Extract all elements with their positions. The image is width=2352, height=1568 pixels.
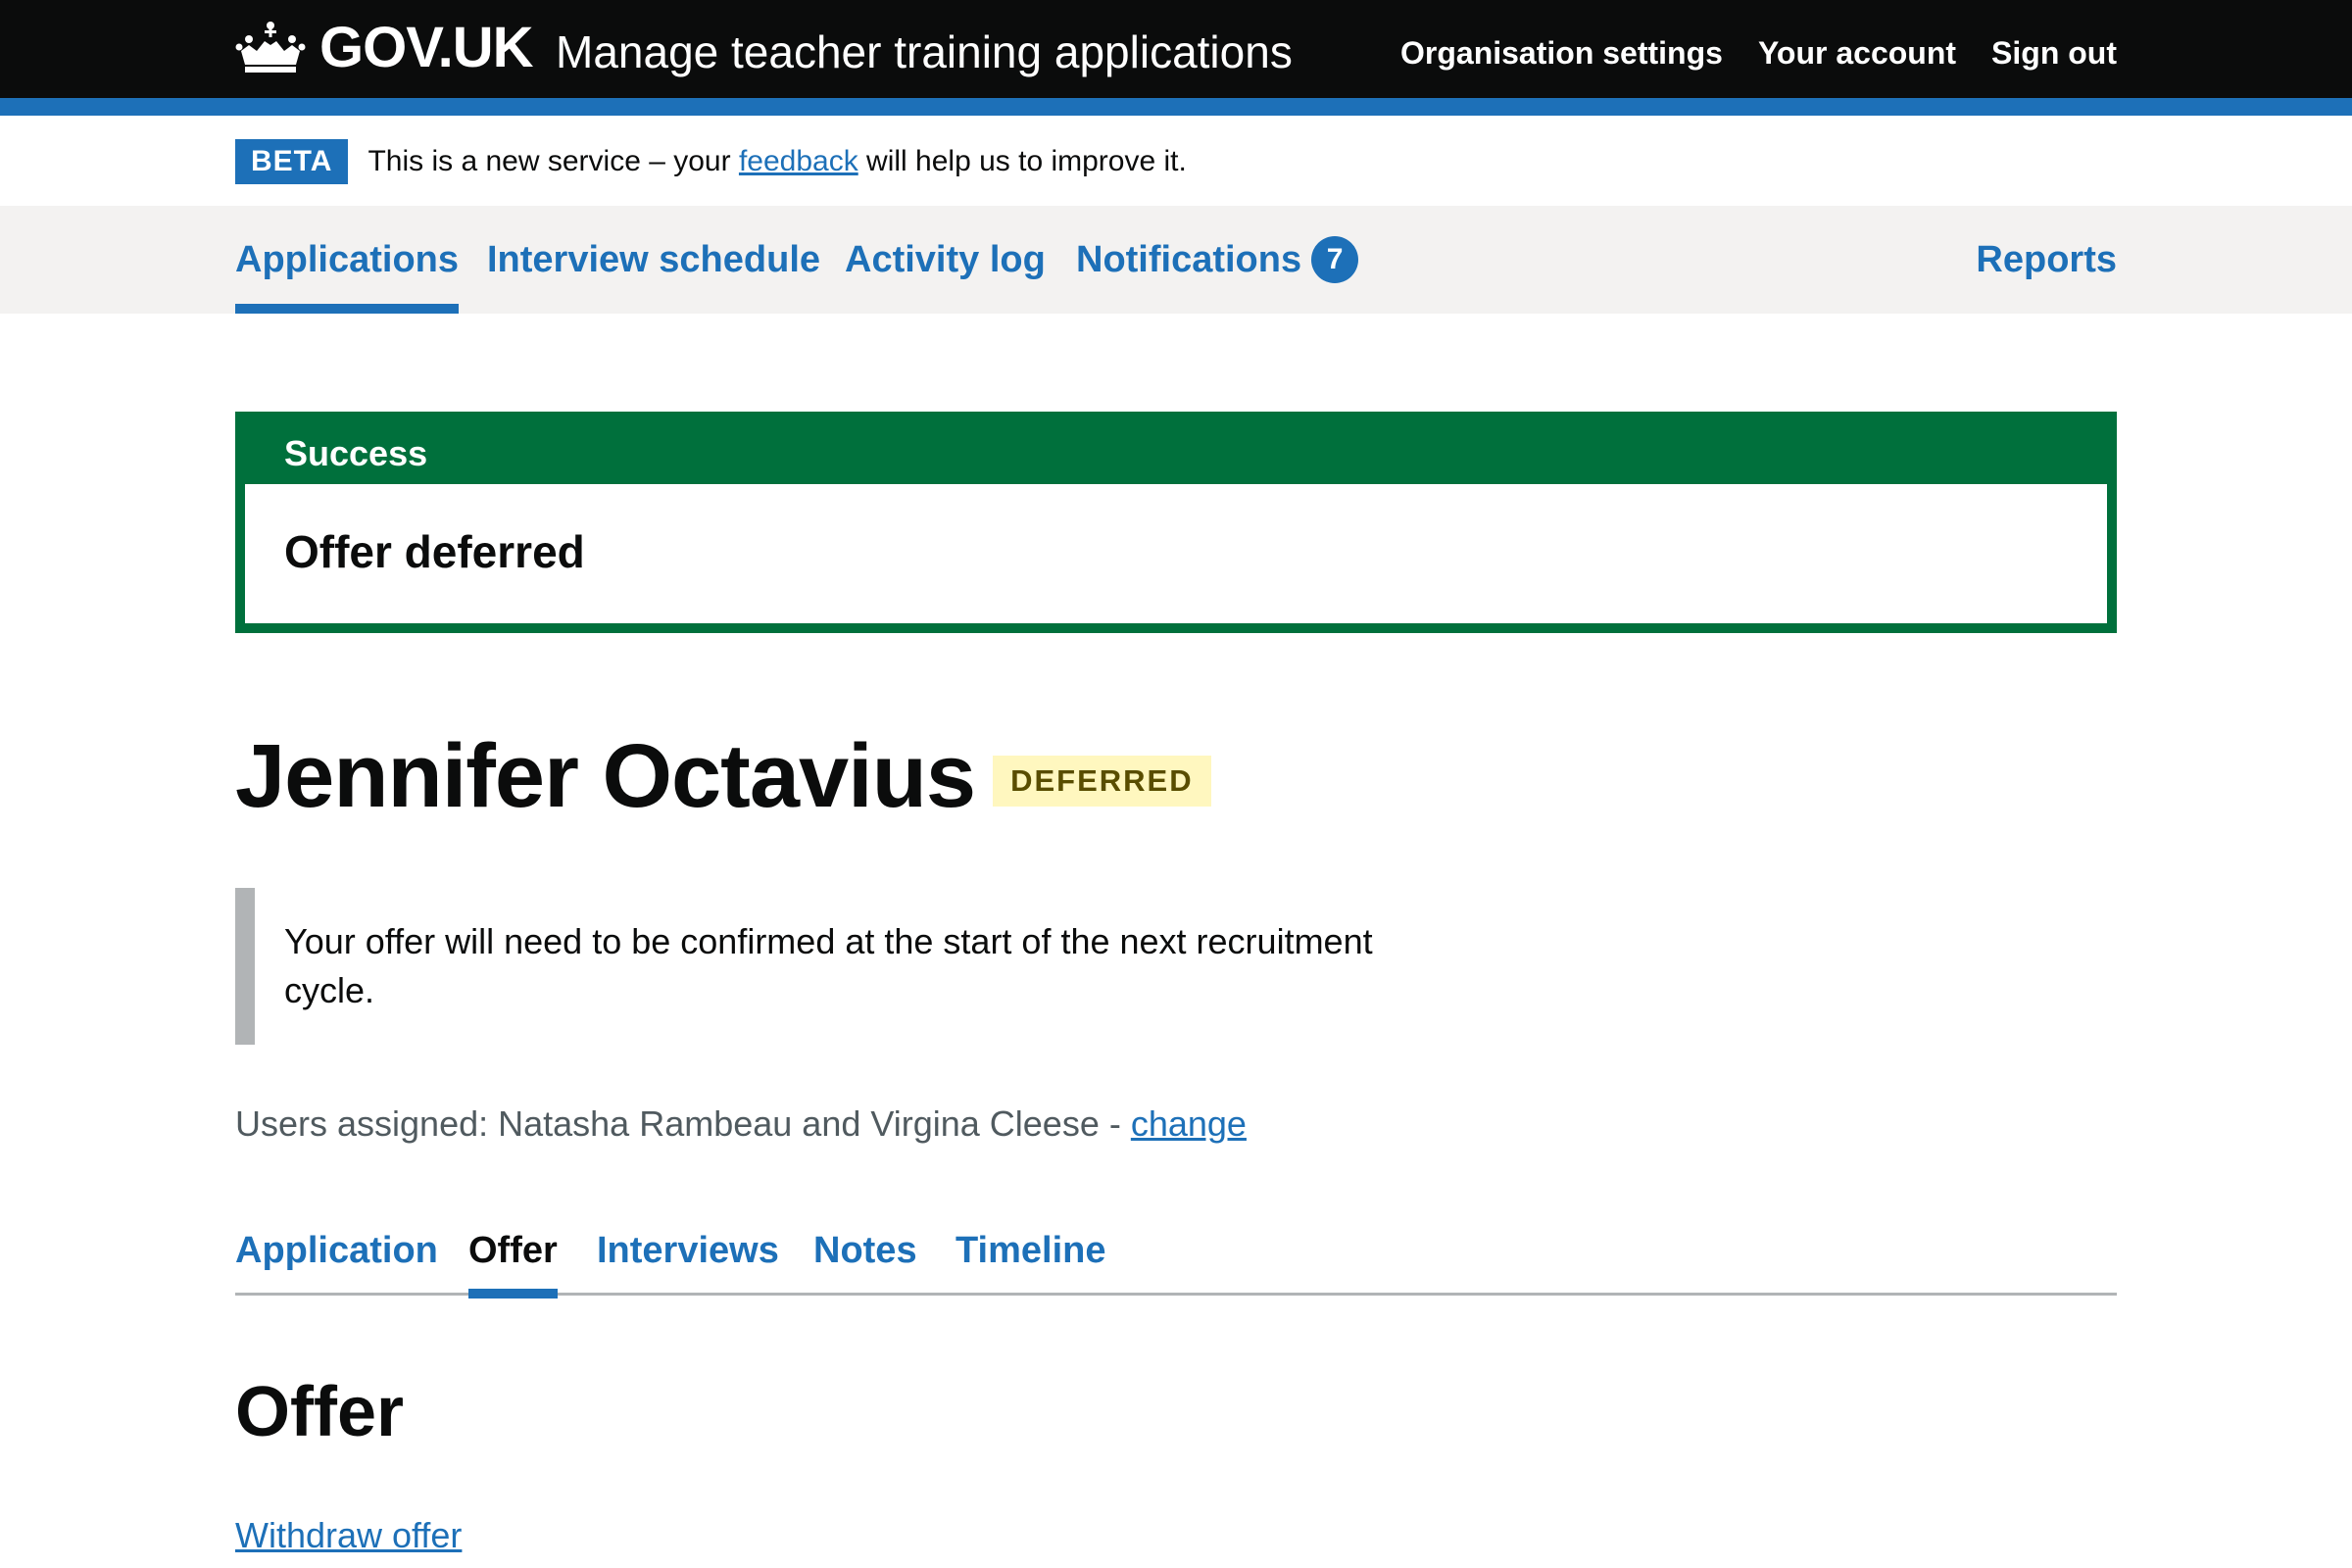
success-banner: Success Offer deferred (235, 412, 2117, 633)
govuk-logo-link[interactable]: GOV.UK (235, 15, 533, 79)
phase-text-after: will help us to improve it. (858, 145, 1187, 177)
phase-text-before: This is a new service – your (368, 145, 739, 177)
phase-banner: BETA This is a new service – your feedba… (235, 137, 1187, 186)
nav-activity-log[interactable]: Activity log (845, 206, 1046, 314)
nav-notifications[interactable]: Notifications 7 (1076, 206, 1359, 314)
inset-text: Your offer will need to be confirmed at … (235, 888, 1450, 1045)
primary-navigation: Applications Interview schedule Activity… (0, 206, 2352, 314)
tab-offer[interactable]: Offer (468, 1205, 558, 1298)
withdraw-offer-link[interactable]: Withdraw offer (235, 1515, 462, 1556)
tab-timeline[interactable]: Timeline (956, 1205, 1105, 1296)
phase-banner-text: This is a new service – your feedback wi… (368, 145, 1186, 178)
nav-applications[interactable]: Applications (235, 206, 460, 314)
offer-section-heading: Offer (235, 1373, 405, 1451)
status-badge: DEFERRED (993, 755, 1211, 807)
feedback-link[interactable]: feedback (739, 145, 858, 177)
crown-icon (235, 22, 306, 73)
header-blue-bar (0, 98, 2352, 116)
beta-tag: BETA (235, 139, 349, 184)
logo-text: GOV.UK (319, 15, 533, 79)
tab-interviews[interactable]: Interviews (597, 1205, 779, 1296)
success-banner-title: Success (284, 433, 428, 473)
nav-interview-schedule[interactable]: Interview schedule (487, 206, 820, 314)
nav-notifications-label: Notifications (1076, 238, 1302, 280)
candidate-name: Jennifer Octavius (235, 726, 976, 826)
tab-application[interactable]: Application (235, 1205, 438, 1296)
success-banner-heading: Offer deferred (284, 526, 585, 577)
site-header: GOV.UK Manage teacher training applicati… (0, 0, 2352, 98)
header-navigation: Organisation settings Your account Sign … (1400, 35, 2117, 72)
application-sub-navigation: Application Offer Interviews Notes Timel… (235, 1205, 2117, 1298)
users-assigned-text: Users assigned: Natasha Rambeau and Virg… (235, 1103, 1131, 1144)
nav-reports[interactable]: Reports (1976, 206, 2117, 314)
sign-out-link[interactable]: Sign out (1991, 35, 2117, 72)
service-name-link[interactable]: Manage teacher training applications (556, 25, 1293, 78)
change-assigned-users-link[interactable]: change (1131, 1103, 1247, 1144)
organisation-settings-link[interactable]: Organisation settings (1400, 35, 1723, 72)
your-account-link[interactable]: Your account (1758, 35, 1956, 72)
inset-text-content: Your offer will need to be confirmed at … (284, 921, 1373, 1010)
candidate-heading: Jennifer Octavius DEFERRED (235, 725, 1211, 828)
success-banner-body: Offer deferred (245, 484, 2107, 623)
tab-notes[interactable]: Notes (813, 1205, 917, 1296)
notifications-count-badge: 7 (1311, 236, 1359, 283)
users-assigned: Users assigned: Natasha Rambeau and Virg… (235, 1103, 1247, 1145)
